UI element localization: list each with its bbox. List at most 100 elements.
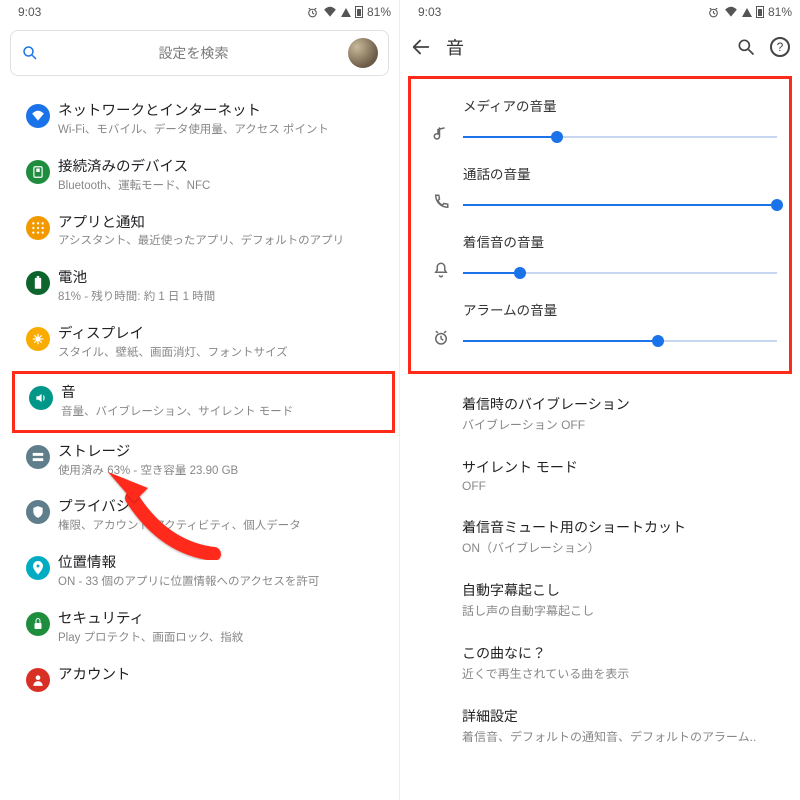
help-button[interactable]: ? bbox=[770, 37, 790, 57]
row-title: ディスプレイ bbox=[58, 325, 389, 344]
battery-status-icon bbox=[756, 6, 764, 18]
settings-row-sound[interactable]: 音音量、バイブレーション、サイレント モード bbox=[12, 371, 395, 433]
battery-status-icon bbox=[355, 6, 363, 18]
settings-list: ネットワークとインターネット Wi-Fi、モバイル、データ使用量、アクセス ポイン… bbox=[0, 84, 399, 702]
settings-row-account[interactable]: アカウント bbox=[12, 656, 395, 702]
battery-icon bbox=[18, 269, 58, 295]
account-icon bbox=[18, 666, 58, 692]
storage-icon bbox=[18, 443, 58, 469]
slider-track[interactable] bbox=[463, 131, 777, 145]
search-button[interactable] bbox=[736, 37, 756, 57]
signal-status-icon bbox=[341, 8, 351, 17]
sound-option[interactable]: サイレント モード OFF bbox=[458, 445, 794, 505]
sun-icon bbox=[18, 325, 58, 351]
sound-option[interactable]: 着信時のバイブレーションバイブレーション OFF bbox=[458, 382, 794, 445]
row-title: 音 bbox=[61, 384, 386, 403]
slider-label: アラームの音量 bbox=[463, 299, 777, 319]
volume-slider-note: メディアの音量 bbox=[419, 89, 781, 157]
grid-icon bbox=[18, 214, 58, 240]
settings-row-storage[interactable]: ストレージ使用済み 63% - 空き容量 23.90 GB bbox=[12, 433, 395, 489]
device-icon bbox=[18, 158, 58, 184]
row-subtitle: Wi-Fi、モバイル、データ使用量、アクセス ポイント bbox=[58, 123, 389, 138]
row-subtitle: Play プロテクト、画面ロック、指紋 bbox=[58, 631, 389, 646]
settings-search[interactable]: 設定を検索 bbox=[10, 30, 389, 76]
option-title: 自動字幕起こし bbox=[462, 580, 790, 600]
sound-header: 音 ? bbox=[400, 24, 800, 70]
wifi-status-icon bbox=[724, 6, 738, 18]
volume-slider-alarm: アラームの音量 bbox=[419, 293, 781, 361]
alarm-icon bbox=[425, 329, 457, 349]
location-icon bbox=[18, 554, 58, 580]
row-title: ネットワークとインターネット bbox=[58, 102, 389, 121]
sound-option[interactable]: この曲なに？ 近くで再生されている曲を表示 bbox=[458, 631, 794, 694]
status-icons: 81% bbox=[707, 5, 792, 19]
option-subtitle: 話し声の自動字幕起こし bbox=[462, 602, 790, 619]
row-subtitle: 音量、バイブレーション、サイレント モード bbox=[61, 405, 386, 420]
row-subtitle: 使用済み 63% - 空き容量 23.90 GB bbox=[58, 464, 389, 479]
slider-track[interactable] bbox=[463, 199, 777, 213]
option-title: サイレント モード bbox=[462, 457, 790, 477]
battery-percent: 81% bbox=[367, 5, 391, 19]
status-bar: 9:03 81% bbox=[400, 0, 800, 24]
clock: 9:03 bbox=[408, 5, 707, 19]
settings-row-battery[interactable]: 電池 81% - 残り時間: 約 1 日 1 時間 bbox=[12, 259, 395, 315]
alarm-status-icon bbox=[306, 6, 319, 19]
sound-option[interactable]: 詳細設定着信音、デフォルトの通知音、デフォルトのアラーム.. bbox=[458, 694, 794, 757]
row-subtitle: 権限、アカウント アクティビティ、個人データ bbox=[58, 519, 389, 534]
sound-options-list: 着信時のバイブレーションバイブレーション OFF サイレント モード OFF 着信音ミ… bbox=[400, 380, 800, 757]
slider-label: メディアの音量 bbox=[463, 95, 777, 115]
back-button[interactable] bbox=[410, 36, 432, 58]
option-title: この曲なに？ bbox=[462, 643, 790, 663]
bell-icon bbox=[425, 261, 457, 281]
row-subtitle: 81% - 残り時間: 約 1 日 1 時間 bbox=[58, 290, 389, 305]
profile-avatar[interactable] bbox=[348, 38, 378, 68]
settings-row-security[interactable]: セキュリティ Play プロテクト、画面ロック、指紋 bbox=[12, 600, 395, 656]
alarm-status-icon bbox=[707, 6, 720, 19]
privacy-icon bbox=[18, 498, 58, 524]
settings-row-device[interactable]: 接続済みのデバイス Bluetooth、運転モード、NFC bbox=[12, 148, 395, 204]
slider-label: 通話の音量 bbox=[463, 163, 777, 183]
wifi-status-icon bbox=[323, 6, 337, 18]
option-title: 着信音ミュート用のショートカット bbox=[462, 517, 790, 537]
row-title: セキュリティ bbox=[58, 610, 389, 629]
slider-track[interactable] bbox=[463, 267, 777, 281]
clock: 9:03 bbox=[8, 5, 306, 19]
row-title: 位置情報 bbox=[58, 554, 389, 573]
option-subtitle: バイブレーション OFF bbox=[462, 416, 790, 433]
row-title: アカウント bbox=[58, 666, 389, 685]
settings-row-sun[interactable]: ディスプレイスタイル、壁紙、画面消灯、フォントサイズ bbox=[12, 315, 395, 371]
slider-label: 着信音の音量 bbox=[463, 231, 777, 251]
volume-slider-bell: 着信音の音量 bbox=[419, 225, 781, 293]
status-bar: 9:03 81% bbox=[0, 0, 399, 24]
settings-row-location[interactable]: 位置情報 ON - 33 個のアプリに位置情報へのアクセスを許可 bbox=[12, 544, 395, 600]
search-icon bbox=[21, 44, 39, 62]
row-subtitle: ON - 33 個のアプリに位置情報へのアクセスを許可 bbox=[58, 575, 389, 590]
option-subtitle: 着信音、デフォルトの通知音、デフォルトのアラーム.. bbox=[462, 728, 790, 745]
sound-option[interactable]: 着信音ミュート用のショートカットON（バイブレーション） bbox=[458, 505, 794, 568]
settings-screen: 9:03 81% 設定を検索 ネットワークとインターネット Wi-Fi、モバイル、… bbox=[0, 0, 400, 800]
phone-icon bbox=[425, 193, 457, 213]
volume-sliders-group: メディアの音量通話の音量着信音の音量アラームの音量 bbox=[408, 76, 792, 374]
option-subtitle: OFF bbox=[462, 479, 790, 493]
row-subtitle: Bluetooth、運転モード、NFC bbox=[58, 179, 389, 194]
row-title: プライバシー bbox=[58, 498, 389, 517]
row-subtitle: アシスタント、最近使ったアプリ、デフォルトのアプリ bbox=[58, 234, 389, 249]
row-title: 接続済みのデバイス bbox=[58, 158, 389, 177]
sound-option[interactable]: 自動字幕起こし話し声の自動字幕起こし bbox=[458, 568, 794, 631]
security-icon bbox=[18, 610, 58, 636]
settings-row-privacy[interactable]: プライバシー権限、アカウント アクティビティ、個人データ bbox=[12, 488, 395, 544]
sound-settings-screen: 9:03 81% 音 ? メディアの音量通話の音量着信音の音量アラームの音量 着… bbox=[400, 0, 800, 800]
slider-track[interactable] bbox=[463, 335, 777, 349]
signal-status-icon bbox=[742, 8, 752, 17]
battery-percent: 81% bbox=[768, 5, 792, 19]
option-subtitle: 近くで再生されている曲を表示 bbox=[462, 665, 790, 682]
settings-row-grid[interactable]: アプリと通知アシスタント、最近使ったアプリ、デフォルトのアプリ bbox=[12, 204, 395, 260]
row-subtitle: スタイル、壁紙、画面消灯、フォントサイズ bbox=[58, 346, 389, 361]
sound-icon bbox=[21, 384, 61, 410]
settings-row-wifi[interactable]: ネットワークとインターネット Wi-Fi、モバイル、データ使用量、アクセス ポイン… bbox=[12, 92, 395, 148]
search-placeholder: 設定を検索 bbox=[47, 43, 340, 63]
row-title: 電池 bbox=[58, 269, 389, 288]
row-title: アプリと通知 bbox=[58, 214, 389, 233]
volume-slider-phone: 通話の音量 bbox=[419, 157, 781, 225]
row-title: ストレージ bbox=[58, 443, 389, 462]
